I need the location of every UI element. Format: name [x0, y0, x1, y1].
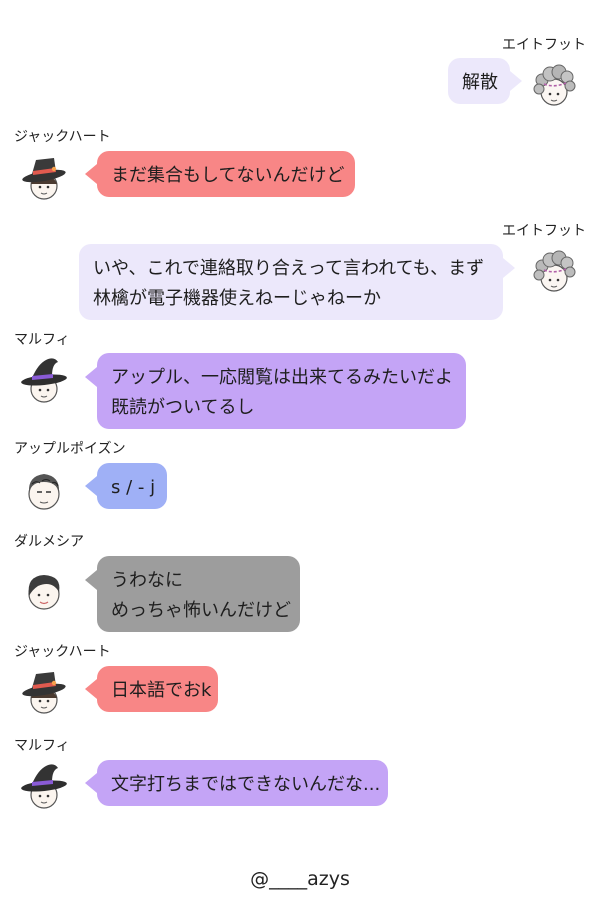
eightfoot-avatar[interactable]	[526, 58, 582, 114]
malfi-avatar[interactable]	[16, 352, 72, 408]
malfi-avatar[interactable]	[16, 758, 72, 814]
applepoison-avatar[interactable]	[16, 462, 72, 518]
message-text: うわなに	[111, 570, 183, 591]
sender-name: アップルポイズン	[14, 441, 126, 457]
sender-name: ジャックハート	[14, 644, 111, 660]
message-text: 林檎が電子機器使えねーじゃねーか	[93, 288, 381, 309]
sender-name: ダルメシア	[14, 534, 84, 550]
sender-name: エイトフット	[502, 223, 586, 239]
message-text: めっちゃ怖いんだけど	[111, 600, 291, 621]
message-bubble: s / - j	[85, 463, 167, 509]
message-bubble: うわなに めっちゃ怖いんだけど	[85, 556, 300, 632]
eightfoot-avatar[interactable]	[526, 244, 582, 300]
message-text: まだ集合もしてないんだけど	[111, 165, 345, 186]
message-text: いや、これで連絡取り合えって言われても、まず	[93, 258, 485, 279]
message-text: 文字打ちまではできないんだな...	[111, 774, 381, 795]
message-bubble: 日本語でおk	[85, 666, 218, 712]
sender-name: マルフィ	[14, 738, 70, 754]
jackheart-avatar[interactable]	[16, 150, 72, 206]
message-bubble: いや、これで連絡取り合えって言われても、まず 林檎が電子機器使えねーじゃねーか	[79, 244, 515, 320]
author-credit: @____azys	[250, 868, 350, 890]
dalmesia-avatar[interactable]	[16, 562, 72, 618]
message-text: 既読がついてるし	[111, 397, 255, 418]
message-bubble: まだ集合もしてないんだけど	[85, 151, 355, 197]
message-bubble: 解散	[448, 58, 522, 104]
message-text: アップル、一応閲覧は出来てるみたいだよ	[111, 367, 453, 388]
message-text: s / - j	[111, 477, 156, 498]
sender-name: マルフィ	[14, 332, 70, 348]
message-bubble: アップル、一応閲覧は出来てるみたいだよ 既読がついてるし	[85, 353, 466, 429]
message-text: 解散	[462, 72, 498, 93]
chat-log: エイトフット 解散 ジャックハート まだ集合もしてないんだけど エイトフット い…	[0, 0, 600, 911]
jackheart-avatar[interactable]	[16, 664, 72, 720]
sender-name: エイトフット	[502, 37, 586, 53]
message-text: 日本語でおk	[111, 680, 212, 701]
sender-name: ジャックハート	[14, 129, 111, 145]
message-bubble: 文字打ちまではできないんだな...	[85, 760, 388, 806]
